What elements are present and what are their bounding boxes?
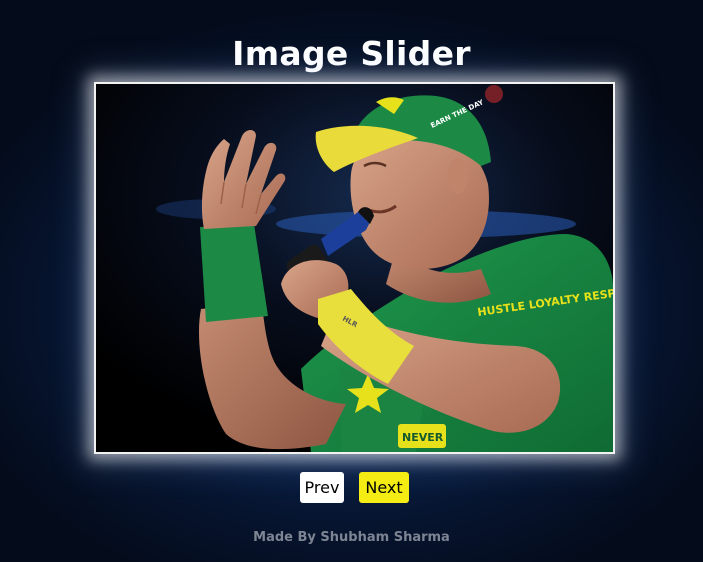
next-button[interactable]: Next — [359, 472, 409, 503]
shirt-chest-text: NEVER — [402, 431, 444, 444]
footer-credit: Made By Shubham Sharma — [253, 530, 450, 545]
slider-image-frame: NEVER HUSTLE LOYALTY RESPECT EARN THE DA… — [94, 82, 615, 454]
slide-image: NEVER HUSTLE LOYALTY RESPECT EARN THE DA… — [96, 84, 613, 452]
prev-button[interactable]: Prev — [300, 472, 344, 503]
page-title: Image Slider — [232, 34, 471, 74]
